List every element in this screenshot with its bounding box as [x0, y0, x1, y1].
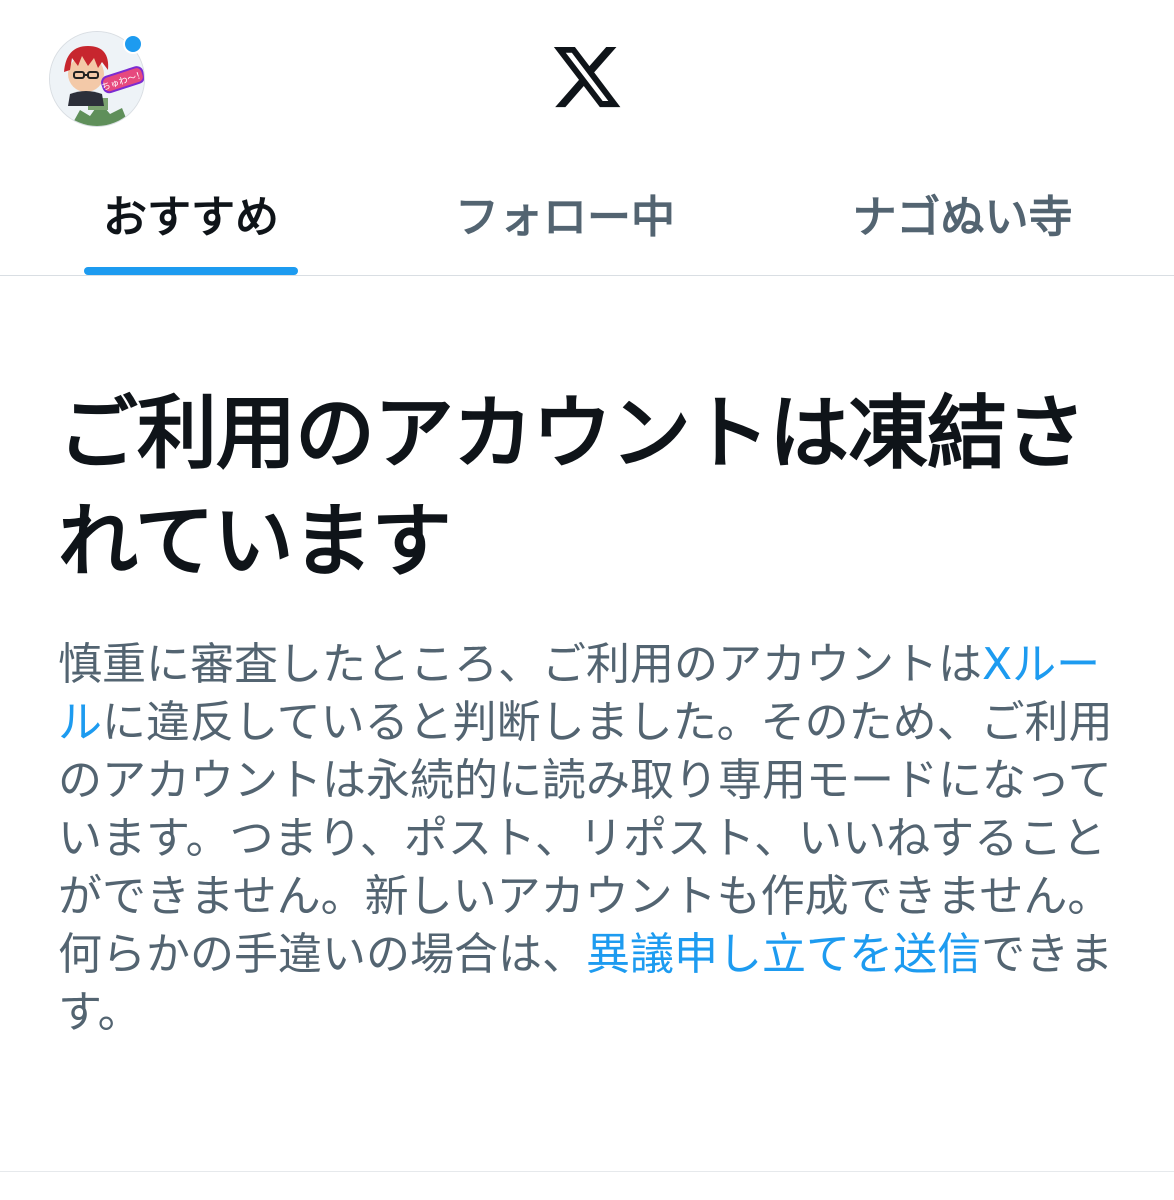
- notice-body-text: 慎重に審査したところ、ご利用のアカウントは: [58, 639, 982, 690]
- suspension-notice: ご利用のアカウントは凍結されています 慎重に審査したところ、ご利用のアカウントは…: [58, 380, 1118, 1042]
- tab-recommended[interactable]: おすすめ: [84, 150, 298, 275]
- tab-nagonui-dera[interactable]: ナゴぬい寺: [830, 150, 1095, 275]
- profile-avatar-button[interactable]: ちゅわ〜！: [49, 31, 145, 127]
- notice-body: 慎重に審査したところ、ご利用のアカウントはXルールに違反していると判断しました。…: [58, 636, 1118, 1042]
- appeal-link[interactable]: 異議申し立てを送信: [586, 929, 981, 980]
- top-header: ちゅわ〜！: [0, 0, 1174, 150]
- x-logo-icon[interactable]: [550, 40, 624, 114]
- notification-dot-icon: [123, 34, 143, 54]
- tab-following[interactable]: フォロー中: [430, 150, 700, 275]
- timeline-tabs: おすすめ フォロー中 ナゴぬい寺: [0, 150, 1174, 276]
- tab-label: おすすめ: [103, 191, 279, 243]
- notice-title: ご利用のアカウントは凍結されています: [58, 387, 1086, 588]
- tab-label: フォロー中: [455, 191, 675, 243]
- tab-label: ナゴぬい寺: [852, 191, 1073, 243]
- divider: [0, 1171, 1174, 1172]
- active-tab-indicator: [84, 267, 298, 275]
